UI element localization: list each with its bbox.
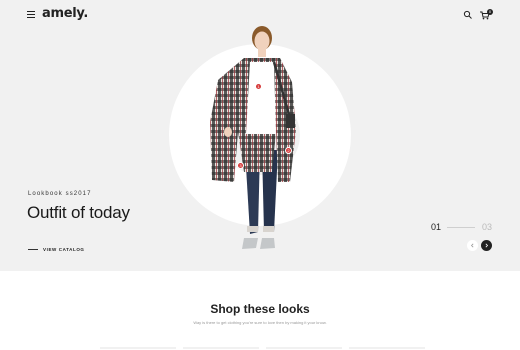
hotspot-1[interactable]: 1	[255, 83, 262, 90]
slide-progress-line	[447, 227, 475, 228]
hero-banner: 1 2 3 amely. 0 Lookbook ss2017 Outfit of…	[0, 0, 520, 271]
slide-total: 03	[482, 222, 493, 232]
hotspot-3[interactable]: 3	[237, 162, 244, 169]
arrow-right-icon	[485, 243, 489, 248]
hotspot-2[interactable]: 2	[285, 147, 292, 154]
logo[interactable]: amely.	[42, 6, 88, 21]
menu-icon[interactable]	[27, 11, 35, 19]
view-catalog-link[interactable]: VIEW CATALOG	[28, 247, 85, 252]
view-catalog-label: VIEW CATALOG	[43, 247, 85, 252]
next-slide-button[interactable]	[481, 240, 492, 251]
arrow-left-icon	[470, 243, 474, 248]
cart-count-badge: 0	[487, 9, 493, 15]
model-image	[210, 26, 296, 249]
lookbook-subtitle: Lookbook ss2017	[28, 191, 92, 197]
top-navigation: amely. 0	[0, 0, 520, 30]
product-card-top	[100, 347, 176, 349]
search-icon[interactable]	[463, 10, 473, 20]
slide-current: 01	[431, 222, 442, 232]
product-card-top	[183, 347, 259, 349]
catalog-dash	[28, 249, 38, 250]
prev-slide-button[interactable]	[467, 240, 478, 251]
product-card-top	[266, 347, 342, 349]
shop-section-subtitle: Way is there to get clothing you're sure…	[193, 320, 327, 325]
product-card-top	[349, 347, 425, 349]
hero-title: Outfit of today	[27, 203, 130, 222]
shop-section-title: Shop these looks	[210, 302, 310, 316]
